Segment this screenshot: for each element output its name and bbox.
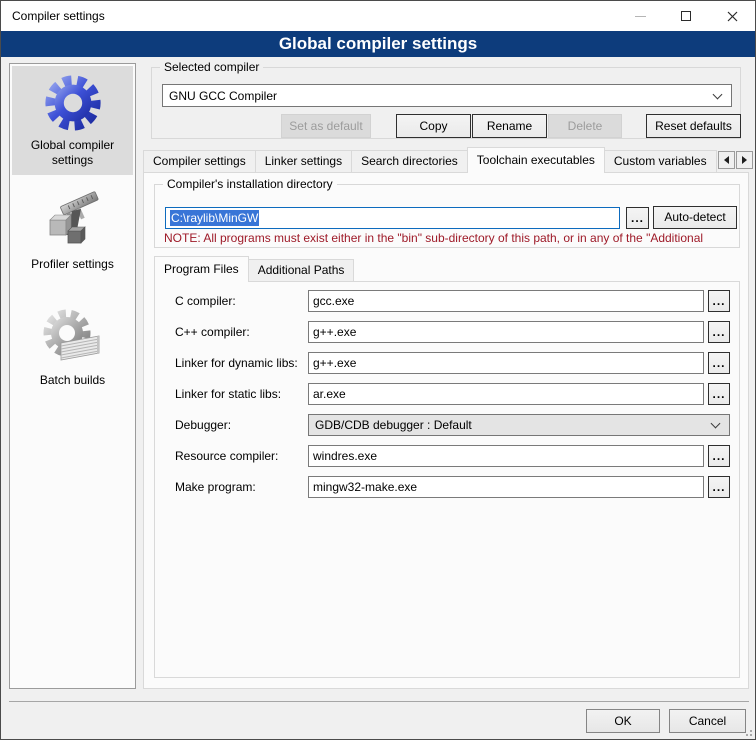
set-as-default-button[interactable]: Set as default (281, 114, 371, 138)
right-arrow-icon (742, 156, 747, 164)
browse-directory-button[interactable]: ... (626, 207, 649, 229)
tab-toolchain-executables[interactable]: Toolchain executables (467, 147, 605, 173)
sidebar-item-label: Profiler settings (12, 257, 133, 272)
chevron-down-icon (713, 89, 723, 99)
make-program-label: Make program: (175, 476, 256, 498)
resource-compiler-label: Resource compiler: (175, 445, 278, 467)
resource-compiler-browse-button[interactable]: ... (708, 445, 730, 467)
dynamic-linker-input[interactable]: g++.exe (308, 352, 704, 374)
make-program-browse-button[interactable]: ... (708, 476, 730, 498)
compiler-settings-dialog: Compiler settings Global compiler settin… (0, 0, 756, 740)
bin-subdirectory-note: NOTE: All programs must exist either in … (164, 231, 742, 245)
compiler-select-value: GNU GCC Compiler (163, 89, 708, 103)
dynamic-linker-browse-button[interactable]: ... (708, 352, 730, 374)
maximize-icon (681, 11, 691, 21)
cpp-compiler-input[interactable]: g++.exe (308, 321, 704, 343)
minimize-button[interactable] (617, 1, 663, 31)
rename-button[interactable]: Rename (472, 114, 547, 138)
make-program-input[interactable]: mingw32-make.exe (308, 476, 704, 498)
debugger-select[interactable]: GDB/CDB debugger : Default (308, 414, 730, 436)
chevron-down-icon (711, 419, 721, 429)
sidebar-item-batch-builds[interactable]: Batch builds (12, 299, 133, 395)
installation-directory-value: C:\raylib\MinGW (170, 210, 259, 226)
left-arrow-icon (724, 156, 729, 164)
c-compiler-label: C compiler: (175, 290, 236, 312)
installation-directory-group-label: Compiler's installation directory (163, 177, 337, 192)
footer-divider (9, 701, 749, 702)
auto-detect-button[interactable]: Auto-detect (653, 206, 737, 229)
batch-builds-icon (41, 305, 105, 369)
tab-additional-paths[interactable]: Additional Paths (248, 259, 355, 282)
copy-button[interactable]: Copy (396, 114, 471, 138)
tab-scroll-left-button[interactable] (718, 151, 735, 169)
installation-directory-input[interactable]: C:\raylib\MinGW (165, 207, 620, 229)
close-icon (727, 11, 738, 22)
program-files-tabstrip: Program Files Additional Paths (154, 258, 353, 282)
dialog-banner: Global compiler settings (1, 31, 755, 57)
dynamic-linker-label: Linker for dynamic libs: (175, 352, 298, 374)
program-files-page: C compiler: gcc.exe ... C++ compiler: g+… (154, 281, 740, 678)
delete-button[interactable]: Delete (548, 114, 622, 138)
resize-grip[interactable] (743, 727, 753, 737)
maximize-button[interactable] (663, 1, 709, 31)
sidebar-item-global-compiler-settings[interactable]: Global compiler settings (12, 66, 133, 175)
cancel-button[interactable]: Cancel (669, 709, 746, 733)
caption-buttons (617, 1, 755, 31)
debugger-label: Debugger: (175, 414, 231, 436)
tab-custom-variables[interactable]: Custom variables (604, 150, 717, 173)
compiler-select[interactable]: GNU GCC Compiler (162, 84, 732, 107)
cpp-compiler-browse-button[interactable]: ... (708, 321, 730, 343)
selected-compiler-group-label: Selected compiler (160, 60, 263, 75)
static-linker-label: Linker for static libs: (175, 383, 281, 405)
sidebar-item-label: Global compiler (12, 138, 133, 153)
toolchain-executables-panel: Compiler's installation directory C:\ray… (143, 172, 749, 689)
close-button[interactable] (709, 1, 755, 31)
banner-title: Global compiler settings (279, 34, 477, 54)
blue-gear-icon (42, 72, 104, 134)
sidebar-item-label: Batch builds (12, 373, 133, 388)
minimize-icon (635, 16, 646, 17)
tab-compiler-settings[interactable]: Compiler settings (143, 150, 256, 173)
c-compiler-input[interactable]: gcc.exe (308, 290, 704, 312)
resource-compiler-input[interactable]: windres.exe (308, 445, 704, 467)
sidebar-item-profiler-settings[interactable]: Profiler settings (12, 183, 133, 279)
tab-scroll-right-button[interactable] (736, 151, 753, 169)
sidebar-item-label: settings (12, 153, 133, 168)
tab-scroll-controls (717, 151, 753, 169)
debugger-select-value: GDB/CDB debugger : Default (309, 418, 706, 432)
reset-defaults-button[interactable]: Reset defaults (646, 114, 741, 138)
static-linker-input[interactable]: ar.exe (308, 383, 704, 405)
compiler-settings-tabstrip: Compiler settings Linker settings Search… (143, 149, 717, 173)
tab-search-directories[interactable]: Search directories (351, 150, 468, 173)
window-title: Compiler settings (1, 9, 105, 23)
settings-category-list: Global compiler settings (9, 63, 136, 689)
tab-linker-settings[interactable]: Linker settings (255, 150, 352, 173)
tab-program-files[interactable]: Program Files (154, 256, 249, 282)
ok-button[interactable]: OK (586, 709, 660, 733)
static-linker-browse-button[interactable]: ... (708, 383, 730, 405)
caliper-icon (41, 189, 105, 253)
cpp-compiler-label: C++ compiler: (175, 321, 250, 343)
c-compiler-browse-button[interactable]: ... (708, 290, 730, 312)
titlebar[interactable]: Compiler settings (1, 1, 755, 31)
